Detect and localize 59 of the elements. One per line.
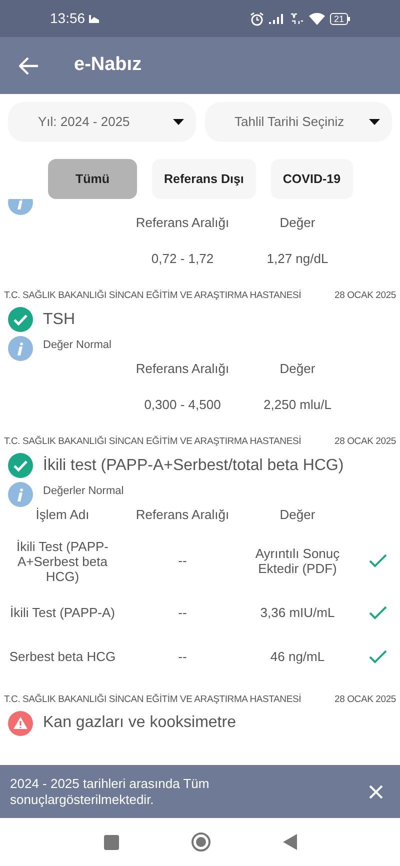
test-name: TSH <box>43 310 75 330</box>
column-header: Referans Aralığı <box>134 360 230 378</box>
table-cell-text: 46 ng/mL <box>269 649 326 664</box>
alarm-icon <box>250 12 264 26</box>
table-cell-text: Ayrıntılı Sonuç Ektedir (PDF) <box>254 546 341 576</box>
hospital-name: T.C. SAĞLIK BAKANLIĞI SİNCAN EĞİTİM VE ARAŞTIRMA HASTANESİ <box>4 290 302 302</box>
table-cell-text: Serbest beta HCG <box>8 649 117 664</box>
test-name: İkili test (PAPP-A+Serbest/total beta HCG) <box>43 455 344 476</box>
result-date: 28 OCAK 2025 <box>334 694 396 706</box>
hospital-name: T.C. SAĞLIK BAKANLIĞI SİNCAN EĞİTİM VE ARAŞTIRMA HASTANESİ <box>4 436 302 448</box>
image-icon <box>89 14 100 22</box>
table-cell-text: 0,72 - 1,72 <box>150 250 215 268</box>
table-cell-text: 0,300 - 4,500 <box>143 396 222 414</box>
column-header: Referans Aralığı <box>134 506 230 524</box>
table-cell-text: -- <box>177 604 188 622</box>
app-title: e-Nabız <box>74 53 142 78</box>
back-nav-button[interactable] <box>282 834 296 850</box>
column-header: Referans Aralığı <box>134 214 230 232</box>
signal-icon <box>268 13 285 24</box>
filter-chip[interactable]: Tümü <box>48 159 137 199</box>
caret-icon <box>172 119 184 125</box>
square-icon <box>104 834 118 850</box>
wifi-icon <box>308 12 325 24</box>
table-cell-text: İkili Test (PAPP-A+Serbest beta HCG) <box>16 538 110 584</box>
test-name: Kan gazları ve kooksimetre <box>43 713 236 733</box>
hospital-name: T.C. SAĞLIK BAKANLIĞI SİNCAN EĞİTİM VE ARAŞTIRMA HASTANESİ <box>4 694 302 706</box>
column-header: Değer <box>278 506 316 524</box>
filter-chip[interactable]: COVID-19 <box>270 159 353 199</box>
column-header: Değer <box>278 360 316 378</box>
dropdown[interactable]: Yıl: 2024 - 2025 <box>8 102 196 142</box>
info-icon <box>8 336 33 361</box>
dropdown[interactable]: Tahlil Tarihi Seçiniz <box>204 102 392 142</box>
filter-chip[interactable]: Referans Dışı <box>152 159 256 199</box>
home-button[interactable] <box>190 832 210 852</box>
check-circle-icon <box>8 453 33 478</box>
battery-level: 21 <box>330 12 348 24</box>
column-header: İşlem Adı <box>34 506 90 524</box>
caret-icon <box>369 119 380 125</box>
triangle-icon <box>282 834 296 850</box>
snackbar-message: 2024 - 2025 tarihleri arasında Tüm sonuçlargösterilmektedir. <box>10 776 210 808</box>
result-date: 28 OCAK 2025 <box>334 436 396 448</box>
check-circle-icon <box>8 307 33 332</box>
circle-icon <box>190 832 210 852</box>
table-cell-text: 1,27 ng/dL <box>266 250 330 266</box>
info-icon <box>8 482 33 507</box>
column-header: Değer <box>278 214 316 232</box>
table-cell-text: 3,36 mIU/mL <box>259 605 336 620</box>
recents-button[interactable] <box>104 834 118 850</box>
back-arrow-icon <box>19 56 39 74</box>
result-date: 28 OCAK 2025 <box>334 290 396 302</box>
table-cell-text: İkili Test (PAPP-A) <box>9 605 116 620</box>
table-cell-text: 2,250 mlu/L <box>262 396 332 412</box>
table-cell-text: -- <box>177 648 188 666</box>
status-time: 13:56 <box>50 9 86 28</box>
warning-icon <box>8 710 33 736</box>
result-note: Değerler Normal <box>43 484 124 499</box>
close-icon <box>369 784 383 798</box>
result-note: Değer Normal <box>43 338 112 353</box>
table-cell-text: -- <box>177 552 188 570</box>
